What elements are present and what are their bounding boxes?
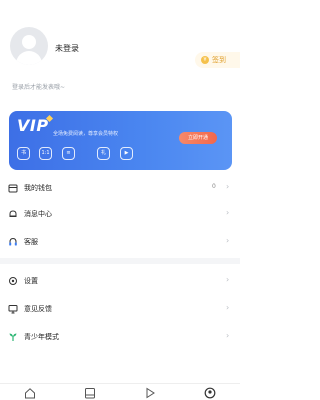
headset-icon <box>9 237 17 246</box>
menu-item-settings[interactable]: 设置 › <box>0 271 240 293</box>
menu-item-label: 消息中心 <box>24 210 52 218</box>
menu-item-label: 设置 <box>24 277 38 285</box>
chevron-right-icon: › <box>226 208 230 217</box>
menu-item-customer-service[interactable]: 客服 › <box>0 232 240 254</box>
play-icon: ▶ <box>120 147 133 160</box>
section-divider <box>0 258 240 264</box>
profile-header: 未登录 登录后才能发表哦~ ¥ 签到 <box>0 0 240 100</box>
chevron-right-icon: › <box>226 303 230 312</box>
vip-logo: VIP <box>17 116 49 135</box>
login-label[interactable]: 未登录 <box>55 43 79 54</box>
menu-item-wallet[interactable]: 我的钱包 0 › <box>0 178 240 200</box>
vip-banner[interactable]: VIP 全场免费阅读，尊享会员特权 立即开通 书 1:1 ≡ 礼 ▶ <box>9 111 232 170</box>
menu-item-messages[interactable]: 消息中心 › <box>0 204 240 226</box>
home-icon[interactable] <box>24 387 36 399</box>
chevron-right-icon: › <box>226 331 230 340</box>
wallet-count: 0 <box>212 183 216 190</box>
menu-item-teen-mode[interactable]: 青少年模式 › <box>0 327 240 349</box>
coin-icon: ¥ <box>201 56 209 64</box>
vip-open-button[interactable]: 立即开通 <box>179 132 217 144</box>
bell-icon <box>9 210 17 217</box>
vip-perks: 书 1:1 ≡ 礼 ▶ <box>17 147 137 163</box>
avatar-head <box>22 35 36 49</box>
profile-subtitle: 登录后才能发表哦~ <box>12 84 66 91</box>
menu-item-label: 意见反馈 <box>24 305 52 313</box>
menu-item-label: 我的钱包 <box>24 184 52 192</box>
checkin-button[interactable]: ¥ 签到 <box>195 52 240 68</box>
vip-description: 全场免费阅读，尊享会员特权 <box>53 131 119 137</box>
avatar[interactable] <box>10 27 48 65</box>
chevron-right-icon: › <box>226 236 230 245</box>
wallet-icon <box>8 184 18 193</box>
settings-icon <box>9 277 17 285</box>
menu-item-label: 客服 <box>24 238 38 246</box>
bottom-tab-bar <box>0 383 240 400</box>
avatar-body <box>16 51 42 65</box>
checkin-label: 签到 <box>212 56 226 64</box>
sprout-icon <box>9 333 17 341</box>
ratio-icon: 1:1 <box>39 147 52 160</box>
bookshelf-icon[interactable] <box>84 387 96 399</box>
gift-icon: 礼 <box>97 147 110 160</box>
play-icon[interactable] <box>144 387 156 399</box>
chevron-right-icon: › <box>226 275 230 284</box>
menu-item-feedback[interactable]: 意见反馈 › <box>0 299 240 321</box>
book-icon: 书 <box>17 147 30 160</box>
chevron-right-icon: › <box>226 182 230 191</box>
menu-item-label: 青少年模式 <box>24 333 59 341</box>
list-icon: ≡ <box>62 147 75 160</box>
feedback-icon <box>8 305 18 314</box>
profile-icon[interactable] <box>204 387 216 399</box>
